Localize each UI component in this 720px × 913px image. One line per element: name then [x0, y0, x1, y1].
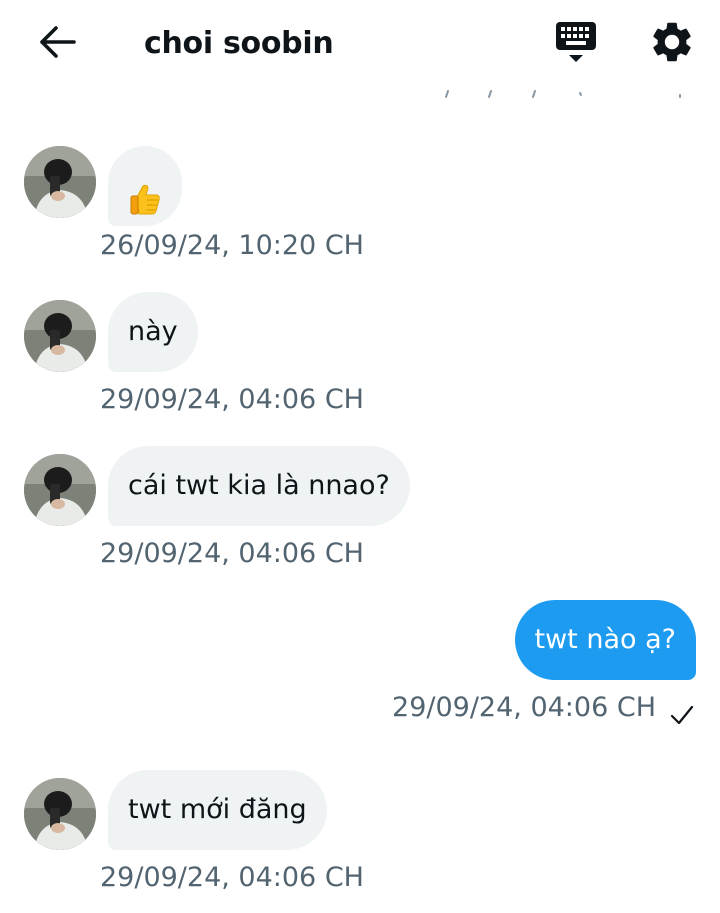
avatar[interactable]: [24, 300, 96, 372]
message-bubble-incoming[interactable]: [108, 146, 182, 226]
message-bubble-incoming[interactable]: twt mới đăng: [108, 770, 327, 850]
avatar-photo: [24, 300, 96, 372]
sent-checkmark-icon: [670, 704, 694, 726]
arrow-left-icon: [40, 26, 76, 58]
message-timestamp: 29/09/24, 04:06 CH: [100, 862, 364, 893]
message-timestamp: 29/09/24, 04:06 CH: [100, 384, 364, 415]
message-bubble-incoming[interactable]: cái twt kia là nnao?: [108, 446, 410, 526]
avatar[interactable]: [24, 454, 96, 526]
keyboard-button[interactable]: [552, 20, 600, 66]
back-button[interactable]: [34, 24, 78, 60]
thumbs-up-icon: [127, 169, 163, 214]
message-timestamp: 29/09/24, 04:06 CH: [100, 538, 364, 569]
keyboard-icon: [556, 22, 596, 62]
conversation-title[interactable]: choi soobin: [144, 26, 334, 61]
message-timestamp: 26/09/24, 10:20 CH: [100, 230, 364, 261]
conversation-header: choi soobin: [0, 0, 720, 92]
avatar-photo: [24, 146, 96, 218]
avatar[interactable]: [24, 778, 96, 850]
message-bubble-outgoing[interactable]: twt nào ạ?: [514, 600, 696, 680]
avatar-photo: [24, 778, 96, 850]
avatar-photo: [24, 454, 96, 526]
avatar[interactable]: [24, 146, 96, 218]
message-bubble-incoming[interactable]: này: [108, 292, 198, 372]
clipped-timestamp-remnant: [438, 86, 688, 100]
gear-icon: [653, 22, 691, 62]
settings-button[interactable]: [648, 18, 696, 66]
message-timestamp: 29/09/24, 04:06 CH: [392, 692, 656, 723]
